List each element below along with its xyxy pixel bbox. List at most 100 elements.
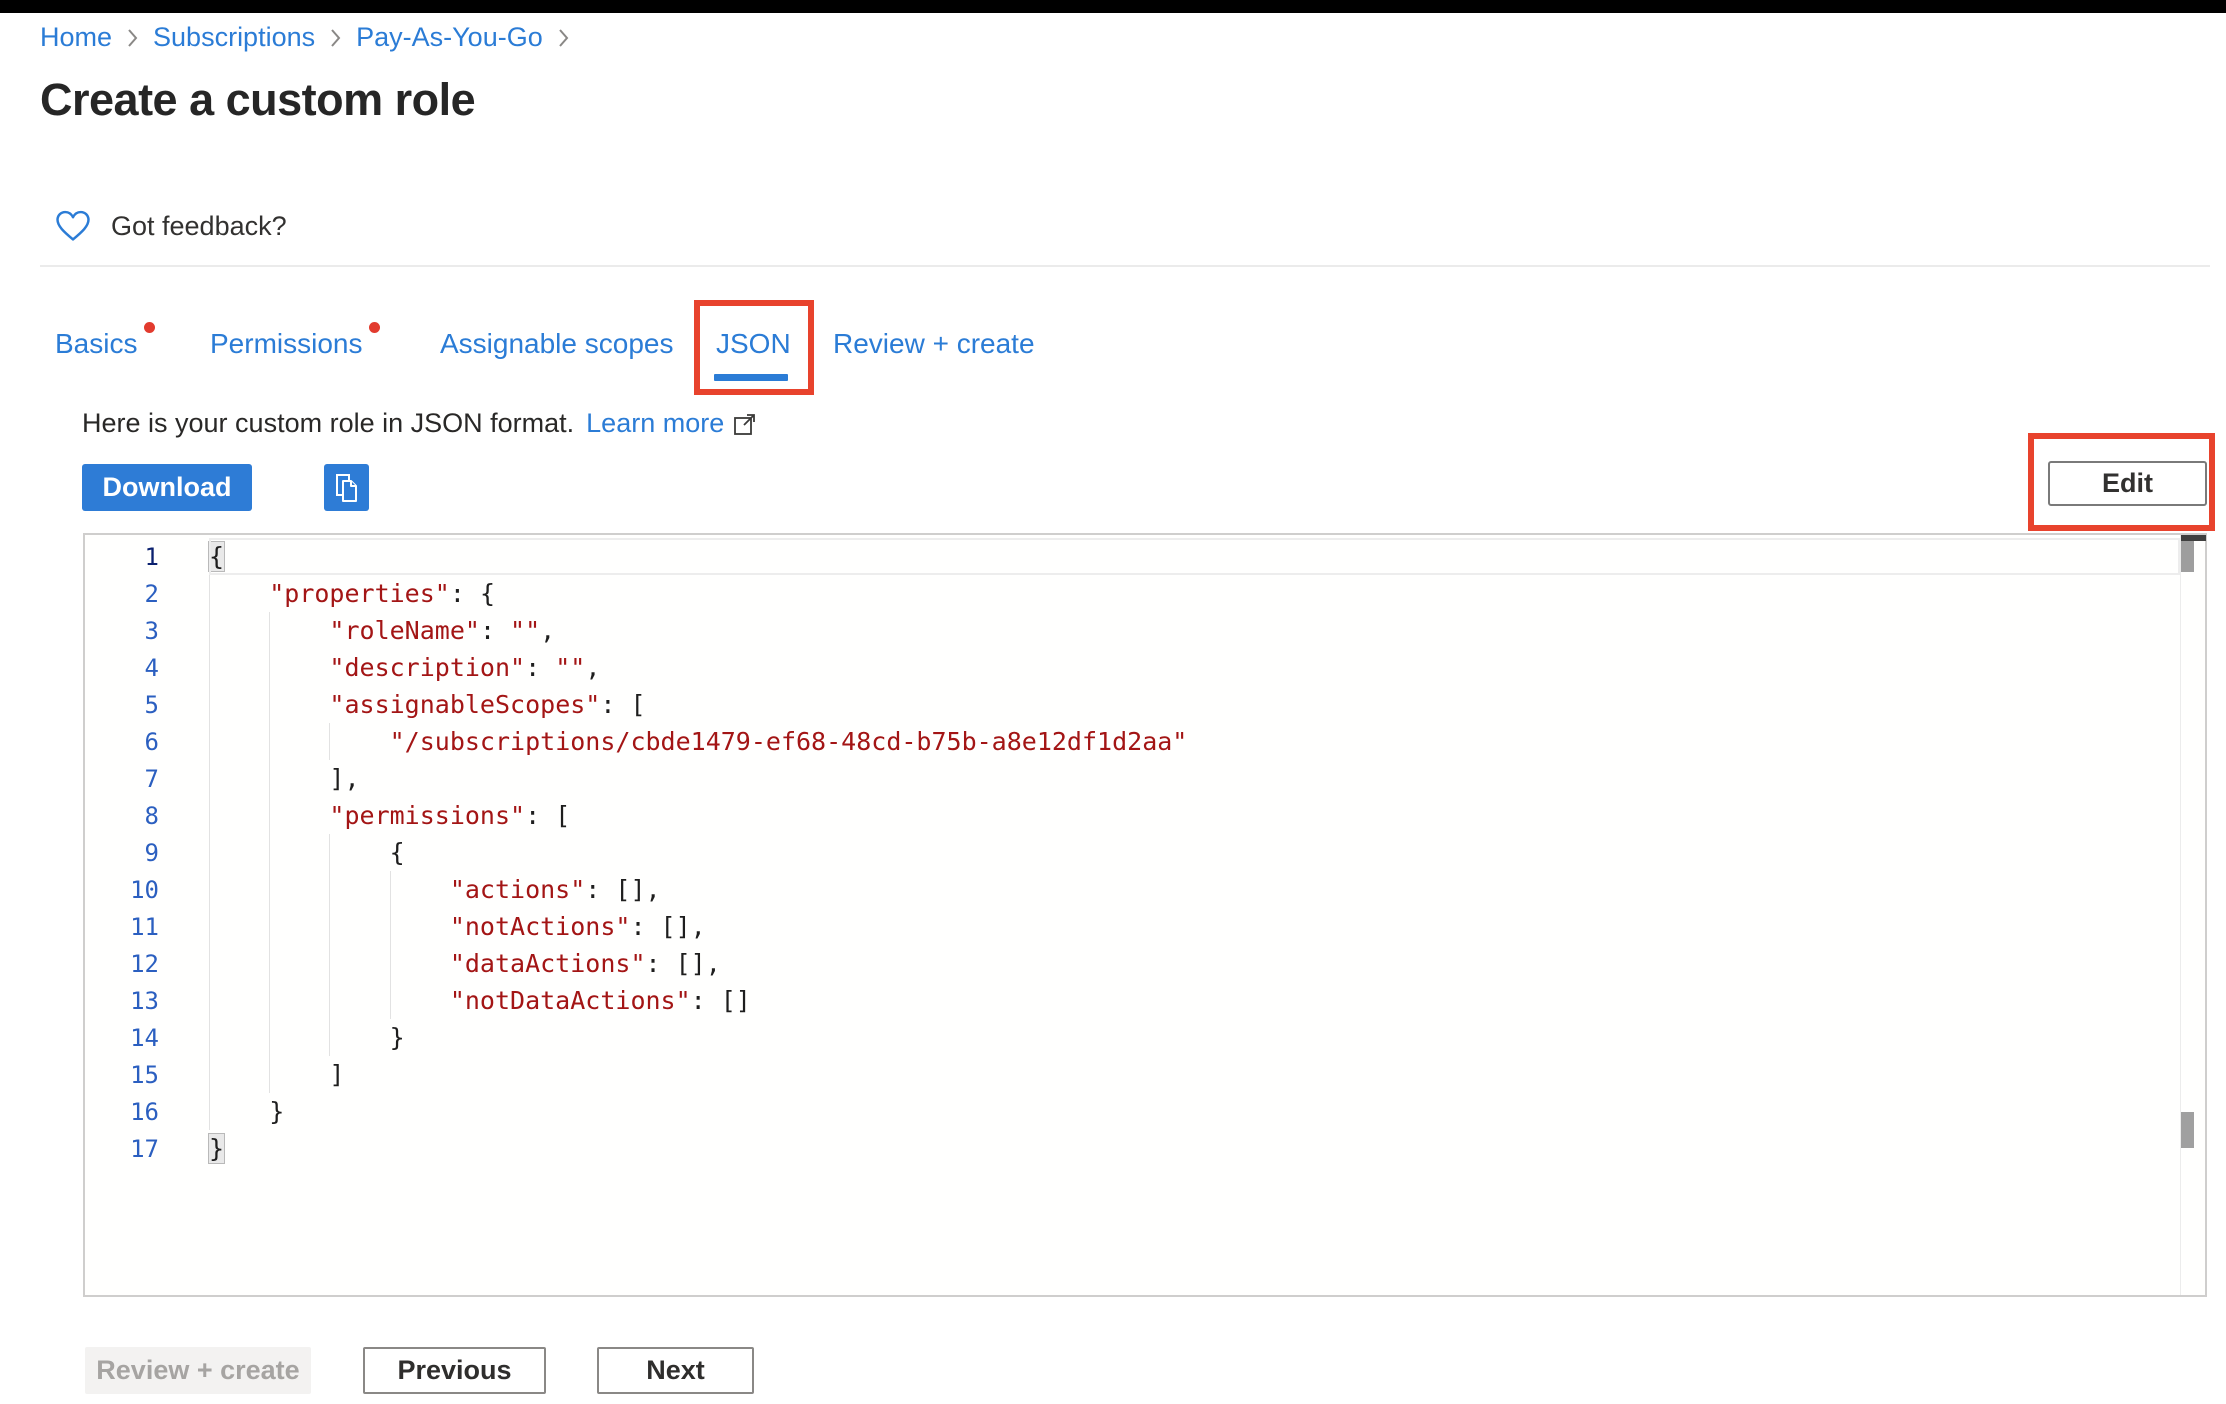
code-line: 17} [85, 1130, 2180, 1167]
line-number: 10 [85, 876, 209, 904]
line-number: 15 [85, 1061, 209, 1089]
tab-basics[interactable]: Basics [55, 328, 137, 360]
code-line: 13 "notDataActions": [] [85, 982, 2180, 1019]
editor-scrollbar[interactable] [2180, 535, 2205, 1295]
description-text: Here is your custom role in JSON format. [82, 408, 574, 439]
learn-more-link[interactable]: Learn more [586, 408, 724, 439]
code-line: 10 "actions": [], [85, 871, 2180, 908]
line-number: 13 [85, 987, 209, 1015]
line-number: 14 [85, 1024, 209, 1052]
breadcrumb-chevron-icon [126, 27, 139, 49]
tab-assignable-scopes-label: Assignable scopes [440, 328, 673, 359]
breadcrumb-chevron-icon [557, 27, 570, 49]
code-line: 16 } [85, 1093, 2180, 1130]
code-line: 15 ] [85, 1056, 2180, 1093]
indent-guide [329, 945, 330, 982]
indent-guide [209, 760, 210, 797]
indent-guide [269, 649, 270, 686]
review-create-button[interactable]: Review + create [85, 1347, 311, 1394]
edit-button[interactable]: Edit [2048, 461, 2207, 506]
line-number: 4 [85, 654, 209, 682]
indent-guide [269, 945, 270, 982]
indent-guide [329, 908, 330, 945]
code-line: 4 "description": "", [85, 649, 2180, 686]
code-line: 11 "notActions": [], [85, 908, 2180, 945]
overview-ruler-mark [2181, 1112, 2194, 1148]
tab-assignable-scopes[interactable]: Assignable scopes [440, 328, 673, 360]
indent-guide [329, 723, 330, 760]
tab-json-label: JSON [716, 328, 791, 359]
code-line: 5 "assignableScopes": [ [85, 686, 2180, 723]
code-line: 2 "properties": { [85, 575, 2180, 612]
indent-guide [390, 908, 391, 945]
line-number: 17 [85, 1135, 209, 1163]
line-number: 7 [85, 765, 209, 793]
indent-guide [269, 1019, 270, 1056]
indent-guide [269, 982, 270, 1019]
indent-guide [329, 982, 330, 1019]
scrollbar-thumb[interactable] [2181, 541, 2194, 572]
indent-guide [209, 612, 210, 649]
feedback-link[interactable]: Got feedback? [55, 210, 287, 242]
section-divider [40, 265, 2210, 267]
copy-pages-icon [333, 472, 361, 504]
indent-guide [209, 1019, 210, 1056]
previous-button[interactable]: Previous [363, 1347, 546, 1394]
breadcrumb-link-pay-as-you-go[interactable]: Pay-As-You-Go [356, 22, 543, 53]
indent-guide [269, 834, 270, 871]
indent-guide [269, 871, 270, 908]
active-tab-underline [714, 374, 788, 381]
indent-guide [390, 982, 391, 1019]
code-line: 8 "permissions": [ [85, 797, 2180, 834]
json-format-description: Here is your custom role in JSON format.… [82, 408, 758, 439]
tab-permissions[interactable]: Permissions [210, 328, 362, 360]
indent-guide [329, 1019, 330, 1056]
code-line: 3 "roleName": "", [85, 612, 2180, 649]
tab-bar: Basics Permissions Assignable scopes JSO… [0, 318, 2226, 400]
feedback-label: Got feedback? [111, 211, 287, 242]
line-number: 8 [85, 802, 209, 830]
line-number: 6 [85, 728, 209, 756]
tab-review-create-label: Review + create [833, 328, 1035, 359]
json-code-editor[interactable]: 1{2 "properties": {3 "roleName": "",4 "d… [83, 533, 2207, 1297]
breadcrumb-link-home[interactable]: Home [40, 22, 112, 53]
indent-guide [329, 834, 330, 871]
indent-guide [329, 871, 330, 908]
indent-guide [209, 834, 210, 871]
required-dot [369, 322, 380, 333]
code-line: 1{ [85, 538, 2180, 575]
indent-guide [390, 871, 391, 908]
indent-guide [209, 871, 210, 908]
breadcrumb: Home Subscriptions Pay-As-You-Go [40, 22, 570, 53]
download-button[interactable]: Download [82, 464, 252, 511]
tab-permissions-label: Permissions [210, 328, 362, 359]
indent-guide [269, 908, 270, 945]
line-number: 3 [85, 617, 209, 645]
indent-guide [209, 982, 210, 1019]
indent-guide [209, 945, 210, 982]
line-number: 5 [85, 691, 209, 719]
tab-basics-label: Basics [55, 328, 137, 359]
indent-guide [209, 1093, 210, 1130]
code-line: 12 "dataActions": [], [85, 945, 2180, 982]
indent-guide [390, 945, 391, 982]
external-link-icon [732, 411, 758, 437]
line-number: 9 [85, 839, 209, 867]
code-line: 14 } [85, 1019, 2180, 1056]
next-button[interactable]: Next [597, 1347, 754, 1394]
breadcrumb-link-subscriptions[interactable]: Subscriptions [153, 22, 315, 53]
line-number: 12 [85, 950, 209, 978]
copy-button[interactable] [324, 464, 369, 511]
line-number: 16 [85, 1098, 209, 1126]
indent-guide [269, 612, 270, 649]
indent-guide [209, 908, 210, 945]
tab-json[interactable]: JSON [716, 328, 791, 360]
line-number: 11 [85, 913, 209, 941]
top-black-bar [0, 0, 2226, 13]
indent-guide [209, 649, 210, 686]
code-line: 7 ], [85, 760, 2180, 797]
tab-review-create[interactable]: Review + create [833, 328, 1035, 360]
required-dot [144, 322, 155, 333]
indent-guide [209, 1056, 210, 1093]
indent-guide [209, 686, 210, 723]
